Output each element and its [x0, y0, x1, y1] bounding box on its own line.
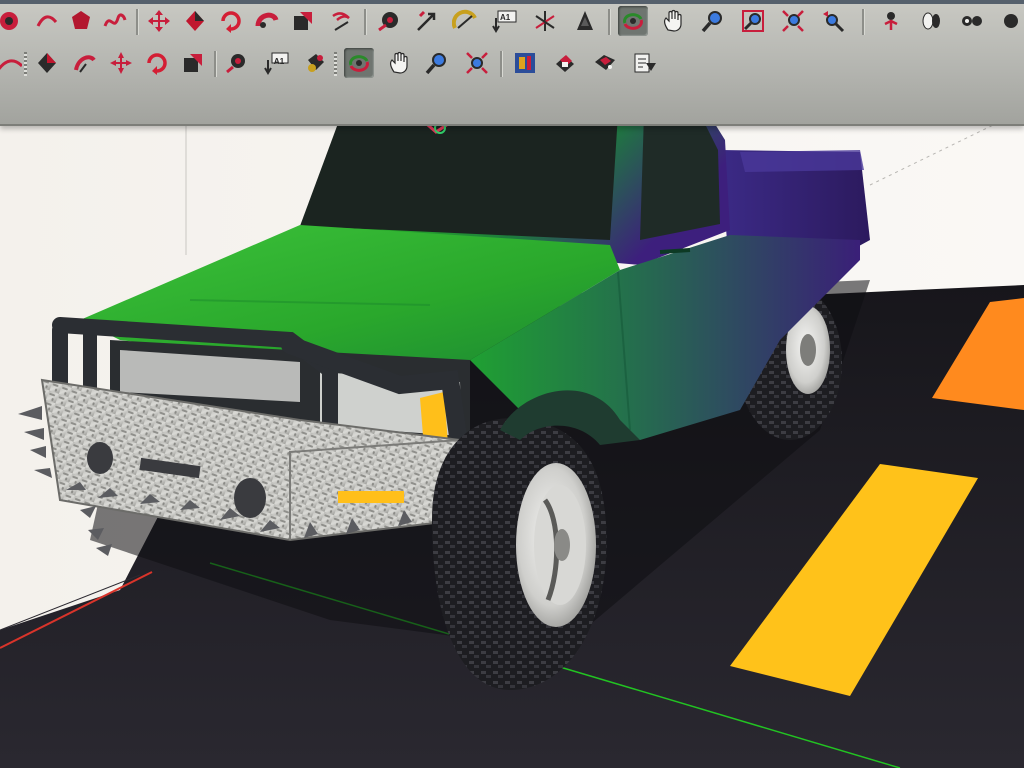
arc-tool-button-row2[interactable] [0, 48, 24, 78]
zoom-window-button[interactable] [738, 6, 768, 36]
orbit-tool-icon [349, 55, 369, 72]
axes-tool-button[interactable] [530, 6, 560, 36]
text-tool-icon: A1 [492, 10, 517, 33]
zoom-extents-icon [466, 52, 488, 74]
dimension-tool-icon [417, 10, 436, 31]
scale-tool-icon [294, 12, 312, 30]
zoom-window-icon [742, 10, 764, 32]
offset-tool-button-row2[interactable] [222, 48, 252, 78]
zoom-tool-button-row2[interactable] [422, 48, 452, 78]
look-around-icon [962, 16, 982, 26]
dimension-tool-button[interactable] [412, 6, 442, 36]
text-tool-button-row2[interactable]: A1 [270, 48, 294, 78]
axes-tool-icon [535, 11, 555, 31]
offset-tool-button[interactable] [326, 6, 356, 36]
windshield [300, 114, 618, 240]
protractor-tool-icon [452, 9, 477, 29]
zoom-extents-button-row2[interactable] [462, 48, 492, 78]
send-to-layout-icon [634, 53, 656, 73]
toolbar-row-2: A1 [0, 46, 1024, 82]
text-tool-button[interactable]: A1 [490, 6, 520, 36]
rotate-tool-button[interactable] [216, 6, 246, 36]
rotate-tool-icon [110, 52, 132, 74]
fog-light-right [234, 478, 266, 518]
offset-tool-icon [226, 54, 245, 74]
previous-view-button[interactable] [818, 6, 848, 36]
arc-tool-icon [0, 59, 22, 70]
move-tool-icon [38, 53, 56, 73]
zoom-tool-button[interactable] [698, 6, 728, 36]
pan-tool-icon [664, 9, 682, 32]
extra-tool-button[interactable] [996, 6, 1024, 36]
move-tool-button[interactable] [144, 6, 174, 36]
follow-me-tool-button[interactable] [252, 6, 282, 36]
paint-bucket-button[interactable] [300, 48, 330, 78]
move-tool-icon [148, 10, 170, 32]
tool-icon [1004, 14, 1018, 28]
push-pull-tool-icon [74, 55, 96, 73]
arc-tool-button-2[interactable] [32, 6, 62, 36]
tape-measure-tool-icon [378, 12, 398, 32]
toolbar-row-1: A1 [0, 4, 1024, 40]
offset-tool-icon [332, 12, 350, 31]
get-components-button[interactable] [590, 48, 620, 78]
push-pull-tool-button-row2[interactable] [70, 48, 100, 78]
freehand-tool-icon [103, 13, 127, 27]
follow-me-tool-button-row2[interactable] [142, 48, 172, 78]
walk-tool-button[interactable] [916, 6, 946, 36]
arc-tool-icon [36, 15, 58, 27]
follow-me-tool-icon [147, 53, 167, 75]
rotate-tool-icon [221, 11, 241, 33]
tape-measure-tool-button[interactable] [374, 6, 404, 36]
pan-tool-button-row2[interactable] [384, 48, 414, 78]
3d-text-tool-button[interactable] [570, 6, 600, 36]
paint-bucket-icon [308, 54, 324, 72]
text-tool-icon: A1 [274, 56, 285, 66]
push-pull-tool-icon [186, 11, 204, 31]
rotate-tool-button-row2[interactable] [106, 48, 136, 78]
look-around-button[interactable] [956, 6, 986, 36]
walk-tool-icon [922, 12, 940, 30]
scale-tool-button[interactable] [288, 6, 318, 36]
get-components-icon [595, 55, 615, 70]
polygon-tool-button[interactable] [66, 6, 96, 36]
push-pull-tool-button[interactable] [180, 6, 210, 36]
zoom-tool-icon [701, 11, 722, 33]
previous-view-icon [823, 11, 845, 33]
toolbar-area: A1 A1 [0, 0, 1024, 126]
sketchup-window: A1 A1 [0, 0, 1024, 768]
share-model-button[interactable] [550, 48, 580, 78]
scale-tool-button-row2[interactable] [178, 48, 208, 78]
follow-me-tool-icon [255, 12, 279, 28]
scale-tool-icon [184, 54, 202, 72]
pan-tool-button[interactable] [658, 6, 688, 36]
protractor-tool-button[interactable] [450, 6, 480, 36]
orbit-tool-button[interactable] [618, 6, 648, 36]
text-tool-label: A1 [500, 13, 511, 22]
fog-light-left [87, 442, 113, 474]
arc-tool-button[interactable] [0, 6, 24, 36]
bumper-reflector [338, 491, 404, 503]
zoom-extents-icon [782, 10, 804, 32]
position-camera-button[interactable] [876, 6, 906, 36]
position-camera-icon [884, 12, 898, 30]
polygon-tool-icon [72, 11, 90, 29]
send-to-layout-button[interactable] [630, 48, 660, 78]
freehand-tool-button[interactable] [100, 6, 130, 36]
move-tool-button-row2[interactable] [32, 48, 62, 78]
text-tool-label-row2: A1 [274, 56, 285, 66]
get-models-button[interactable] [510, 48, 540, 78]
zoom-tool-icon [425, 53, 446, 75]
share-model-icon [556, 55, 574, 72]
orbit-tool-button-row2[interactable] [344, 48, 374, 78]
get-models-icon [515, 53, 535, 73]
zoom-extents-button[interactable] [778, 6, 808, 36]
arc-tool-icon [0, 12, 18, 30]
pan-tool-icon [390, 51, 408, 74]
orbit-tool-icon [623, 13, 643, 30]
3d-text-tool-icon [577, 11, 593, 30]
